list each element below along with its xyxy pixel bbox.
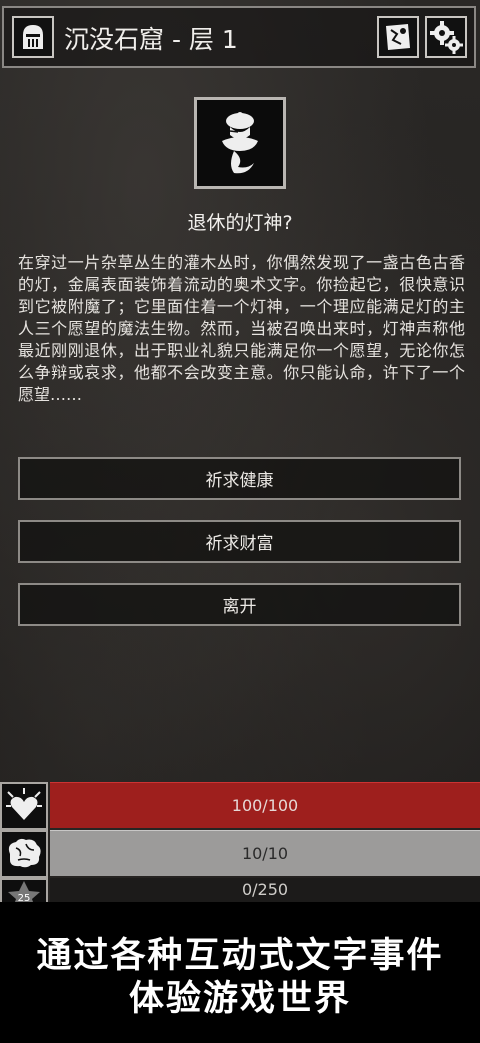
- choice-button-leave[interactable]: 离开: [18, 583, 461, 626]
- map-icon[interactable]: [377, 16, 419, 58]
- knight-helmet-icon[interactable]: [12, 16, 54, 58]
- promo-banner: 通过各种互动式文字事件 体验游戏世界: [0, 902, 480, 1043]
- promo-line-2: 体验游戏世界: [128, 979, 351, 1019]
- settings-gear-icon[interactable]: [425, 16, 467, 58]
- event-title: 退休的灯神?: [187, 212, 293, 234]
- top-bar: 沉没石窟 - 层 1: [0, 6, 480, 68]
- brain-icon: [0, 830, 48, 878]
- event-description: 在穿过一片杂草丛生的灌木丛时，你偶然发现了一盏古色古香的灯，金属表面装饰着流动的…: [18, 253, 465, 404]
- heart-icon: [0, 782, 48, 830]
- choice-button-health[interactable]: 祈求健康: [18, 457, 461, 500]
- page-title: 沉没石窟 - 层 1: [64, 25, 238, 54]
- choice-button-wealth[interactable]: 祈求财富: [18, 520, 461, 563]
- mana-bar: 10/10: [50, 830, 480, 876]
- genie-icon: [194, 97, 286, 189]
- health-bar: 100/100: [50, 782, 480, 828]
